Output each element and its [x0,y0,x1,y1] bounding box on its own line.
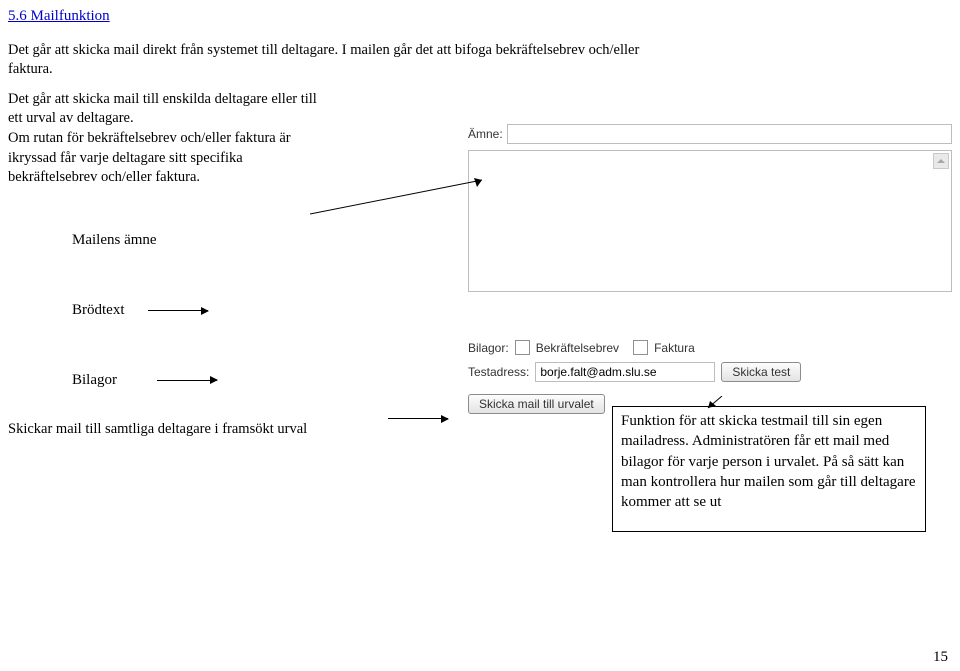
chevron-up-icon [933,153,949,169]
arrow-icon [388,418,448,419]
subject-row: Ämne: [468,124,952,144]
subject-label: Ämne: [468,126,503,142]
label-brodtext: Brödtext [72,300,468,320]
checkbox-label-faktura: Faktura [654,340,695,356]
testaddress-input[interactable] [535,362,715,382]
checkbox-faktura[interactable] [633,340,648,355]
arrow-icon [157,380,217,381]
attachments-row: Bilagor: Bekräftelsebrev Faktura [468,340,952,356]
skicka-test-button[interactable]: Skicka test [721,362,801,382]
note-box: Funktion för att skicka testmail till si… [612,406,926,532]
skickar-mail-text: Skickar mail till samtliga deltagare i f… [8,420,307,440]
testaddress-label: Testadress: [468,364,529,380]
skicka-urval-button[interactable]: Skicka mail till urvalet [468,394,605,414]
testaddress-row: Testadress: Skicka test [468,362,952,382]
attachments-label: Bilagor: [468,340,509,356]
checkbox-bekraftelsebrev[interactable] [515,340,530,355]
label-bilagor: Bilagor [72,370,468,390]
page-number: 15 [933,647,948,667]
intro-paragraph: Det går att skicka mail direkt från syst… [8,41,668,80]
arrow-icon [148,310,208,311]
body-textarea[interactable] [468,150,952,292]
label-mailens-amne: Mailens ämne [72,230,468,250]
section-heading: 5.6 Mailfunktion [8,6,952,26]
explanation-block: Det går att skicka mail till enskilda de… [8,90,318,188]
checkbox-label-bekraftelsebrev: Bekräftelsebrev [536,340,619,356]
subject-input[interactable] [507,124,952,144]
